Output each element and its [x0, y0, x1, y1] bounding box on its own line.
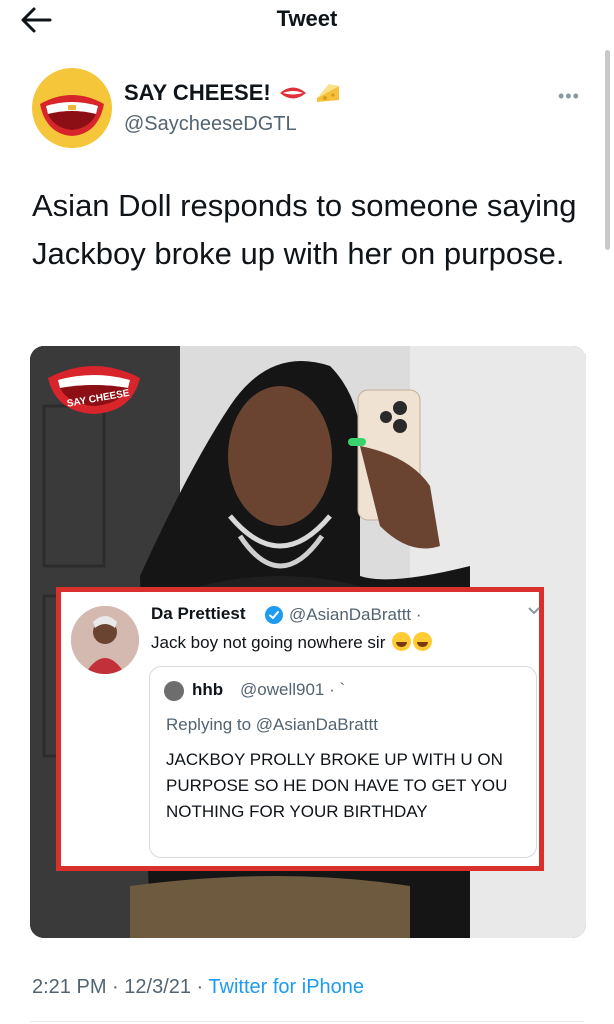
- tweet-source-link[interactable]: Twitter for iPhone: [208, 976, 364, 998]
- replied-author-handle[interactable]: @owell901 · `: [240, 680, 345, 700]
- author-display-name[interactable]: SAY CHEESE!: [124, 80, 271, 106]
- replying-to-handle[interactable]: @AsianDaBrattt: [256, 715, 378, 734]
- quoted-author-name[interactable]: Da Prettiest: [151, 604, 245, 624]
- tweet-date[interactable]: 12/3/21: [124, 976, 191, 998]
- quoted-tweet-text: Jack boy not going nowhere sir: [151, 632, 433, 653]
- top-bar: Tweet: [0, 0, 614, 42]
- replied-author-avatar[interactable]: [164, 681, 184, 701]
- author-handle[interactable]: @SaycheeseDGTL: [124, 113, 297, 136]
- separator-dot: ·: [191, 976, 209, 998]
- author-name-row: SAY CHEESE!: [124, 80, 341, 106]
- replying-to-prefix: Replying to: [166, 715, 256, 734]
- quoted-tweet-card[interactable]: Da Prettiest @AsianDaBrattt · Jack boy n…: [56, 587, 544, 871]
- replying-to-line: Replying to @AsianDaBrattt: [166, 715, 378, 735]
- cheese-emoji-icon: [316, 84, 339, 102]
- quoted-tweet-text-content: Jack boy not going nowhere sir: [151, 633, 386, 652]
- sweat-smile-emoji-icon: [413, 632, 433, 651]
- say-cheese-watermark-icon: SAY CHEESE: [48, 366, 140, 414]
- replied-author-name[interactable]: hhb: [192, 680, 223, 700]
- joy-emoji-icon: [392, 632, 412, 651]
- tweet-text: Asian Doll responds to someone saying Ja…: [32, 188, 577, 271]
- replied-tweet-text: JACKBOY PROLLY BROKE UP WITH U ON PURPOS…: [166, 750, 508, 821]
- say-cheese-logo-icon: [40, 95, 104, 136]
- tweet-time[interactable]: 2:21 PM: [32, 976, 106, 998]
- profile-photo-icon: [71, 606, 139, 674]
- author-avatar[interactable]: [32, 68, 112, 148]
- page-title: Tweet: [276, 6, 338, 31]
- lips-emoji-icon: [279, 87, 306, 99]
- tweet-metadata: 2:21 PM · 12/3/21 · Twitter for iPhone: [32, 976, 364, 999]
- divider: [30, 1021, 584, 1022]
- quoted-author-handle[interactable]: @AsianDaBrattt ·: [289, 605, 422, 625]
- quoted-author-avatar[interactable]: [71, 606, 139, 674]
- replied-to-tweet-card[interactable]: hhb @owell901 · ` Replying to @AsianDaBr…: [149, 666, 537, 858]
- chevron-down-icon[interactable]: [527, 606, 541, 616]
- scrollbar[interactable]: [605, 50, 610, 250]
- more-horizontal-icon[interactable]: •••: [558, 86, 580, 107]
- verified-badge-icon: [265, 606, 283, 624]
- separator-dot: ·: [106, 976, 125, 998]
